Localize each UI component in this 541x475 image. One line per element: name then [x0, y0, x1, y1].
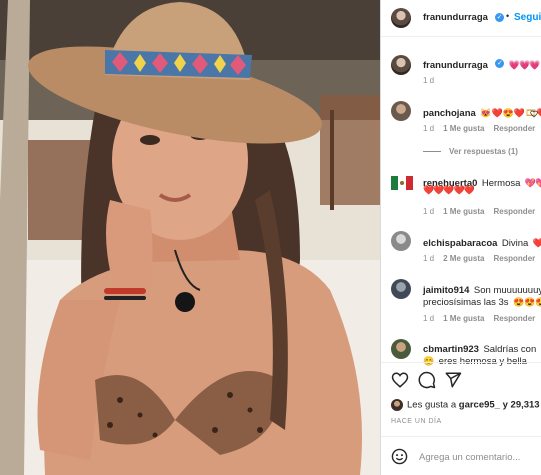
comment-meta: 1 d1 Me gusta Responder — [423, 124, 536, 133]
comment-emoji: ❤️ — [533, 238, 541, 248]
liker-username[interactable]: garce95_ — [459, 400, 500, 411]
post-date: HACE UN DÍA — [391, 418, 442, 425]
liker-avatar[interactable] — [391, 399, 403, 411]
comment-emoji: 😍😍😍 — [512, 297, 541, 307]
caption-username[interactable]: franundurraga — [423, 60, 488, 71]
comment-text-line2-row: preciosísimas las 3s 😍😍😍 — [423, 292, 541, 310]
post-header: franundurraga ✓ • Seguir — [381, 0, 541, 37]
likes-count-link[interactable]: 2 Me gusta — [443, 254, 484, 263]
comment-input[interactable] — [417, 448, 541, 466]
comment-row: elchispabaracoa Divina ❤️ — [423, 233, 541, 251]
caption-text: 💗💗💗 — [508, 60, 541, 70]
comment-emoji: 💖💖 — [524, 178, 541, 188]
likes-summary: Les gusta a garce95_ y 29,313 — [391, 399, 540, 411]
comment-meta: 1 d1 Me gusta Responder — [423, 207, 536, 216]
post-image — [0, 0, 380, 475]
comment-meta: 1 d1 Me gusta Responder — [423, 314, 536, 323]
comment-avatar[interactable] — [391, 101, 411, 121]
reply-button[interactable]: Responder — [493, 124, 535, 133]
comment-text: Divina — [501, 238, 529, 249]
add-comment-bar — [381, 436, 541, 475]
comment-meta: 1 d2 Me gusta Responder — [423, 254, 536, 263]
comment-text: Hermosa — [481, 178, 521, 189]
comment-icon[interactable] — [418, 371, 436, 389]
comment-username[interactable]: panchojana — [423, 108, 476, 119]
comment-emoji: 😊 — [423, 356, 435, 366]
comment-username[interactable]: elchispabaracoa — [423, 238, 497, 249]
caption-age: 1 d — [423, 76, 435, 85]
likes-count-link[interactable]: 1 Me gusta — [443, 207, 484, 216]
author-username[interactable]: franundurraga — [423, 12, 488, 23]
comment-text-line2: preciosísimas las 3s — [423, 297, 509, 308]
likes-count-link[interactable]: 1 Me gusta — [443, 124, 484, 133]
comments-panel: franundurraga ✓ • Seguir franundurraga ✓… — [380, 0, 541, 475]
likes-count-link[interactable]: 1 Me gusta — [443, 314, 484, 323]
follow-button[interactable]: Seguir — [514, 12, 541, 23]
post-actions — [381, 362, 541, 389]
post-photo[interactable] — [0, 0, 380, 475]
author-avatar[interactable] — [391, 8, 411, 28]
reply-button[interactable]: Responder — [493, 314, 535, 323]
share-icon[interactable] — [444, 371, 462, 389]
comment-avatar[interactable] — [391, 279, 411, 299]
comment-avatar[interactable] — [391, 176, 413, 190]
view-replies-button[interactable]: Ver respuestas (1) — [423, 147, 527, 156]
comment-row: panchojana 😻❤️😍❤️🎞❤️😊 — [423, 103, 541, 121]
comment-avatar[interactable] — [391, 231, 411, 251]
reply-button[interactable]: Responder — [493, 207, 535, 216]
emoji-icon[interactable] — [391, 448, 408, 465]
comment-text-line2-row: 😊 eres hermosa y bella — [423, 351, 527, 369]
comment-avatar[interactable] — [391, 339, 411, 359]
caption-author-avatar[interactable] — [391, 55, 411, 75]
separator-dot: • — [506, 11, 510, 21]
heart-icon[interactable] — [391, 371, 409, 389]
caption: franundurraga ✓ 💗💗💗 — [423, 55, 541, 73]
like-comment-icon[interactable] — [530, 110, 538, 118]
comment-text-line2: ❤️❤️❤️❤️❤️ — [423, 185, 475, 195]
reply-button[interactable]: Responder — [493, 254, 535, 263]
verified-badge-icon: ✓ — [495, 13, 504, 22]
verified-badge-icon: ✓ — [495, 59, 505, 69]
